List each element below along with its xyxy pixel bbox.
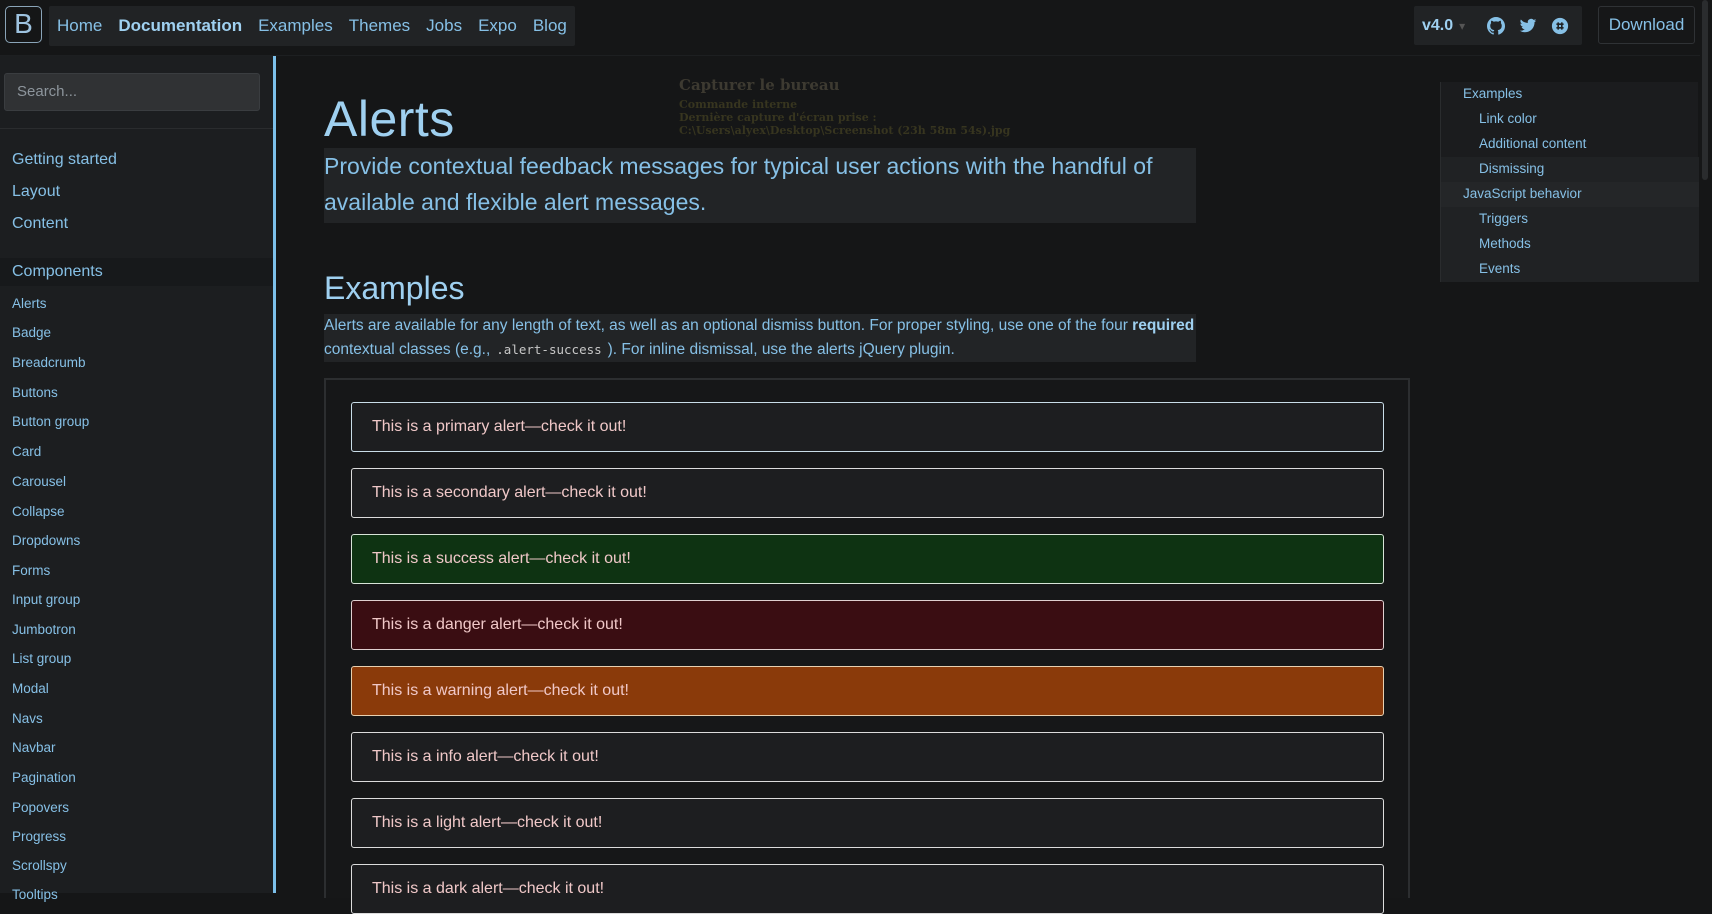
sidebar-item-scrollspy[interactable]: Scrollspy xyxy=(12,858,67,873)
alert-danger-text: This is a danger alert—check it out! xyxy=(372,616,623,633)
nav-themes[interactable]: Themes xyxy=(349,16,410,36)
page-title: Alerts xyxy=(324,91,455,147)
sidebar-item-list-group[interactable]: List group xyxy=(12,651,71,666)
alert-dark: This is a dark alert—check it out! xyxy=(351,864,1384,914)
slack-icon[interactable] xyxy=(1551,17,1569,35)
para-link[interactable]: ). For inline dismissal, use the alerts … xyxy=(608,341,955,358)
chevron-down-icon[interactable]: ▾ xyxy=(1459,19,1465,33)
alert-primary: This is a primary alert—check it out! xyxy=(351,402,1384,452)
sidebar-item-button-group[interactable]: Button group xyxy=(12,414,89,429)
top-navbar: B Home Documentation Examples Themes Job… xyxy=(0,0,1712,56)
para-bold: required xyxy=(1132,317,1195,334)
sidebar-item-alerts[interactable]: Alerts xyxy=(12,296,47,311)
alert-success: This is a success alert—check it out! xyxy=(351,534,1384,584)
sidebar-item-input-group[interactable]: Input group xyxy=(12,592,80,607)
toc-row: Link color xyxy=(1441,107,1699,132)
twitter-icon[interactable] xyxy=(1519,17,1537,35)
scrollbar-thumb[interactable] xyxy=(1702,0,1708,180)
toc-row: JavaScript behavior xyxy=(1441,182,1699,207)
toc-row: Events xyxy=(1441,257,1699,282)
sidebar-item-modal[interactable]: Modal xyxy=(12,681,49,696)
sidebar-item-pagination[interactable]: Pagination xyxy=(12,770,76,785)
para-text-1: Alerts are available for any length of t… xyxy=(324,317,1128,334)
screenshot-tooltip-overlay: Capturer le bureau Commande interne Dern… xyxy=(679,76,1010,137)
alert-secondary-text: This is a secondary alert—check it out! xyxy=(372,484,647,501)
sidebar-item-navs[interactable]: Navs xyxy=(12,711,43,726)
sidebar-item-forms[interactable]: Forms xyxy=(12,563,50,578)
sidebar-item-card[interactable]: Card xyxy=(12,444,41,459)
table-of-contents: Examples Link color Additional content D… xyxy=(1440,82,1699,282)
sidebar-item-layout[interactable]: Layout xyxy=(12,183,60,201)
alert-light-text: This is a light alert—check it out! xyxy=(372,814,603,831)
github-icon[interactable] xyxy=(1487,16,1506,35)
toc-item-events[interactable]: Events xyxy=(1479,261,1520,276)
alert-primary-text: This is a primary alert—check it out! xyxy=(372,418,627,435)
sidebar-item-content[interactable]: Content xyxy=(12,215,68,233)
sidebar-item-breadcrumb[interactable]: Breadcrumb xyxy=(12,355,86,370)
toc-item-examples[interactable]: Examples xyxy=(1463,86,1522,101)
sidebar-item-popovers[interactable]: Popovers xyxy=(12,800,69,815)
toc-item-additional-content[interactable]: Additional content xyxy=(1479,136,1586,151)
para-text-2: contextual classes (e.g., xyxy=(324,341,491,358)
sidebar-item-getting-started[interactable]: Getting started xyxy=(12,151,117,169)
overlay-title: Capturer le bureau xyxy=(679,76,840,94)
sidebar-item-carousel[interactable]: Carousel xyxy=(12,474,66,489)
overlay-line-1: Commande interne xyxy=(679,98,798,111)
download-button[interactable]: Download xyxy=(1598,6,1695,44)
examples-description: Alerts are available for any length of t… xyxy=(324,314,1196,362)
alert-warning: This is a warning alert—check it out! xyxy=(351,666,1384,716)
para-code: .alert-success xyxy=(496,342,602,357)
toc-item-javascript-behavior[interactable]: JavaScript behavior xyxy=(1463,186,1582,201)
page-lead: Provide contextual feedback messages for… xyxy=(324,148,1196,223)
alert-light: This is a light alert—check it out! xyxy=(351,798,1384,848)
toc-row: Methods xyxy=(1441,232,1699,257)
nav-examples[interactable]: Examples xyxy=(258,16,333,36)
right-nav: v4.0 ▾ xyxy=(1414,6,1582,45)
brand-logo[interactable]: B xyxy=(5,6,42,43)
alert-success-text: This is a success alert—check it out! xyxy=(372,550,631,567)
toc-row: Dismissing xyxy=(1441,157,1699,182)
sidebar: Search... Getting started Layout Content… xyxy=(0,56,276,902)
sidebar-item-navbar[interactable]: Navbar xyxy=(12,740,56,755)
toc-item-methods[interactable]: Methods xyxy=(1479,236,1531,251)
main-content: Alerts Provide contextual feedback messa… xyxy=(279,56,1439,914)
sidebar-item-dropdowns[interactable]: Dropdowns xyxy=(12,533,80,548)
alert-danger: This is a danger alert—check it out! xyxy=(351,600,1384,650)
toc-item-link-color[interactable]: Link color xyxy=(1479,111,1537,126)
alert-info-text: This is a info alert—check it out! xyxy=(372,748,599,765)
sidebar-divider xyxy=(0,128,273,129)
sidebar-item-progress[interactable]: Progress xyxy=(12,829,66,844)
alert-warning-text: This is a warning alert—check it out! xyxy=(372,682,629,699)
sidebar-item-jumbotron[interactable]: Jumbotron xyxy=(12,622,76,637)
nav-jobs[interactable]: Jobs xyxy=(426,16,462,36)
nav-home[interactable]: Home xyxy=(57,16,102,36)
overlay-line-3: C:\Users\alyex\Desktop\Screenshot (23h 5… xyxy=(679,124,1011,137)
sidebar-item-tooltips[interactable]: Tooltips xyxy=(12,887,58,902)
toc-row: Examples xyxy=(1441,82,1699,107)
sidebar-item-components[interactable]: Components xyxy=(12,263,103,281)
sidebar-item-buttons[interactable]: Buttons xyxy=(12,385,58,400)
nav-documentation[interactable]: Documentation xyxy=(118,16,242,36)
page-scrollbar[interactable] xyxy=(1700,0,1712,893)
search-input[interactable]: Search... xyxy=(4,73,260,111)
toc-row: Additional content xyxy=(1441,132,1699,157)
nav-blog[interactable]: Blog xyxy=(533,16,567,36)
toc-row: Triggers xyxy=(1441,207,1699,232)
nav-expo[interactable]: Expo xyxy=(478,16,517,36)
version-dropdown[interactable]: v4.0 xyxy=(1422,17,1453,35)
toc-item-dismissing[interactable]: Dismissing xyxy=(1479,161,1544,176)
toc-item-triggers[interactable]: Triggers xyxy=(1479,211,1528,226)
main-nav: Home Documentation Examples Themes Jobs … xyxy=(49,6,575,46)
alerts-example-box: This is a primary alert—check it out! Th… xyxy=(324,378,1410,914)
alert-dark-text: This is a dark alert—check it out! xyxy=(372,880,605,897)
alert-info: This is a info alert—check it out! xyxy=(351,732,1384,782)
alert-secondary: This is a secondary alert—check it out! xyxy=(351,468,1384,518)
overlay-line-2: Dernière capture d'écran prise : xyxy=(679,111,877,124)
examples-heading: Examples xyxy=(324,270,465,306)
sidebar-item-collapse[interactable]: Collapse xyxy=(12,504,65,519)
sidebar-item-badge[interactable]: Badge xyxy=(12,325,51,340)
